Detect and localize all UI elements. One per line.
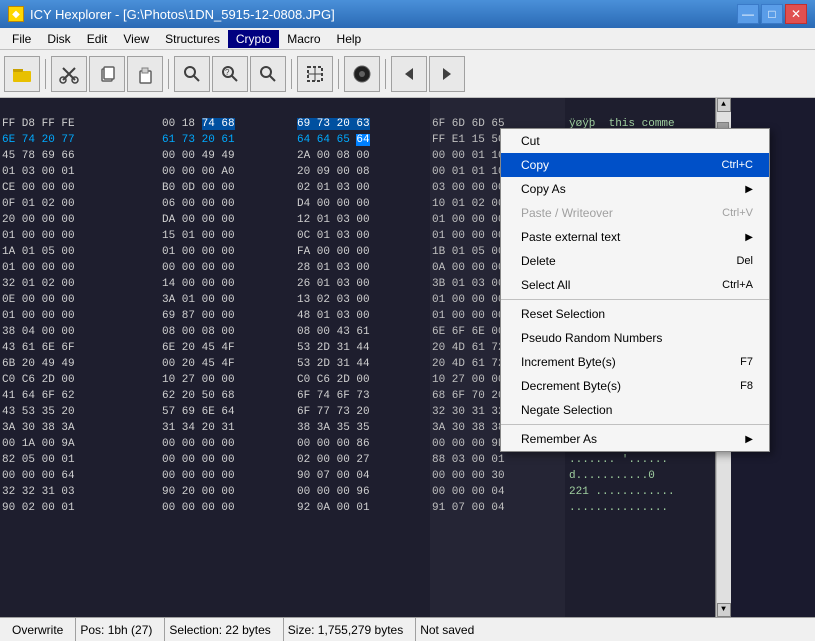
menu-disk[interactable]: Disk bbox=[39, 30, 78, 48]
toolbar-separator-4 bbox=[338, 59, 339, 89]
ctx-select-all[interactable]: Select All Ctrl+A bbox=[501, 273, 769, 297]
open-button[interactable] bbox=[4, 56, 40, 92]
toolbar: ? bbox=[0, 50, 815, 98]
ctx-remember-as[interactable]: Remember As ▶ bbox=[501, 427, 769, 451]
copy-toolbar-button[interactable] bbox=[89, 56, 125, 92]
ctx-negate[interactable]: Negate Selection bbox=[501, 398, 769, 422]
toolbar-separator-1 bbox=[45, 59, 46, 89]
menu-bar: File Disk Edit View Structures Crypto Ma… bbox=[0, 28, 815, 50]
menu-crypto[interactable]: Crypto bbox=[228, 30, 279, 48]
status-selection: Selection: 22 bytes bbox=[165, 618, 283, 641]
ctx-separator-1 bbox=[501, 299, 769, 300]
ctx-cut[interactable]: Cut bbox=[501, 129, 769, 153]
svg-text:?: ? bbox=[225, 68, 230, 77]
status-saved: Not saved bbox=[416, 618, 486, 641]
ctx-increment[interactable]: Increment Byte(s) F7 bbox=[501, 350, 769, 374]
menu-file[interactable]: File bbox=[4, 30, 39, 48]
toolbar-separator-2 bbox=[168, 59, 169, 89]
menu-edit[interactable]: Edit bbox=[79, 30, 116, 48]
back-button[interactable] bbox=[391, 56, 427, 92]
cut-toolbar-button[interactable] bbox=[51, 56, 87, 92]
disk-button[interactable] bbox=[344, 56, 380, 92]
context-menu: Cut Copy Ctrl+C Copy As ▶ Paste / Writeo… bbox=[500, 128, 770, 452]
menu-structures[interactable]: Structures bbox=[157, 30, 228, 48]
ctx-decrement[interactable]: Decrement Byte(s) F8 bbox=[501, 374, 769, 398]
ctx-pseudo-random[interactable]: Pseudo Random Numbers bbox=[501, 326, 769, 350]
minimize-button[interactable]: — bbox=[737, 4, 759, 24]
title-controls: — □ ✕ bbox=[737, 4, 807, 24]
status-position: Pos: 1bh (27) bbox=[76, 618, 165, 641]
hex-panel-left: FF D8 FF FE 6E 74 20 77 45 78 69 66 01 0… bbox=[0, 98, 160, 617]
scroll-down-button[interactable]: ▼ bbox=[717, 603, 731, 617]
search-button[interactable] bbox=[174, 56, 210, 92]
app-icon: ◆ bbox=[8, 6, 24, 22]
ctx-reset-selection[interactable]: Reset Selection bbox=[501, 302, 769, 326]
title-bar: ◆ ICY Hexplorer - [G:\Photos\1DN_5915-12… bbox=[0, 0, 815, 28]
status-mode: Overwrite bbox=[8, 618, 76, 641]
toolbar-separator-5 bbox=[385, 59, 386, 89]
find2-button[interactable]: ? bbox=[212, 56, 248, 92]
toolbar-separator-3 bbox=[291, 59, 292, 89]
ctx-paste-external[interactable]: Paste external text ▶ bbox=[501, 225, 769, 249]
select-button[interactable] bbox=[297, 56, 333, 92]
window-title: ICY Hexplorer - [G:\Photos\1DN_5915-12-0… bbox=[30, 7, 335, 22]
menu-view[interactable]: View bbox=[115, 30, 157, 48]
maximize-button[interactable]: □ bbox=[761, 4, 783, 24]
hex-panel-col1: 00 18 74 68 61 73 20 61 00 00 49 49 00 0… bbox=[160, 98, 295, 617]
close-button[interactable]: ✕ bbox=[785, 4, 807, 24]
ctx-separator-2 bbox=[501, 424, 769, 425]
forward-button[interactable] bbox=[429, 56, 465, 92]
ctx-delete[interactable]: Delete Del bbox=[501, 249, 769, 273]
ctx-paste-writeover: Paste / Writeover Ctrl+V bbox=[501, 201, 769, 225]
paste-toolbar-button[interactable] bbox=[127, 56, 163, 92]
hex-panel-col2: 69 73 20 63 64 64 65 64 2A 00 08 00 20 0… bbox=[295, 98, 430, 617]
main-area: FF D8 FF FE 6E 74 20 77 45 78 69 66 01 0… bbox=[0, 98, 815, 617]
status-bar: Overwrite Pos: 1bh (27) Selection: 22 by… bbox=[0, 617, 815, 641]
menu-help[interactable]: Help bbox=[329, 30, 370, 48]
scroll-up-button[interactable]: ▲ bbox=[717, 98, 731, 112]
find3-button[interactable] bbox=[250, 56, 286, 92]
ctx-copy[interactable]: Copy Ctrl+C bbox=[501, 153, 769, 177]
ctx-copy-as[interactable]: Copy As ▶ bbox=[501, 177, 769, 201]
menu-macro[interactable]: Macro bbox=[279, 30, 328, 48]
title-bar-left: ◆ ICY Hexplorer - [G:\Photos\1DN_5915-12… bbox=[8, 6, 335, 22]
status-size: Size: 1,755,279 bytes bbox=[284, 618, 416, 641]
